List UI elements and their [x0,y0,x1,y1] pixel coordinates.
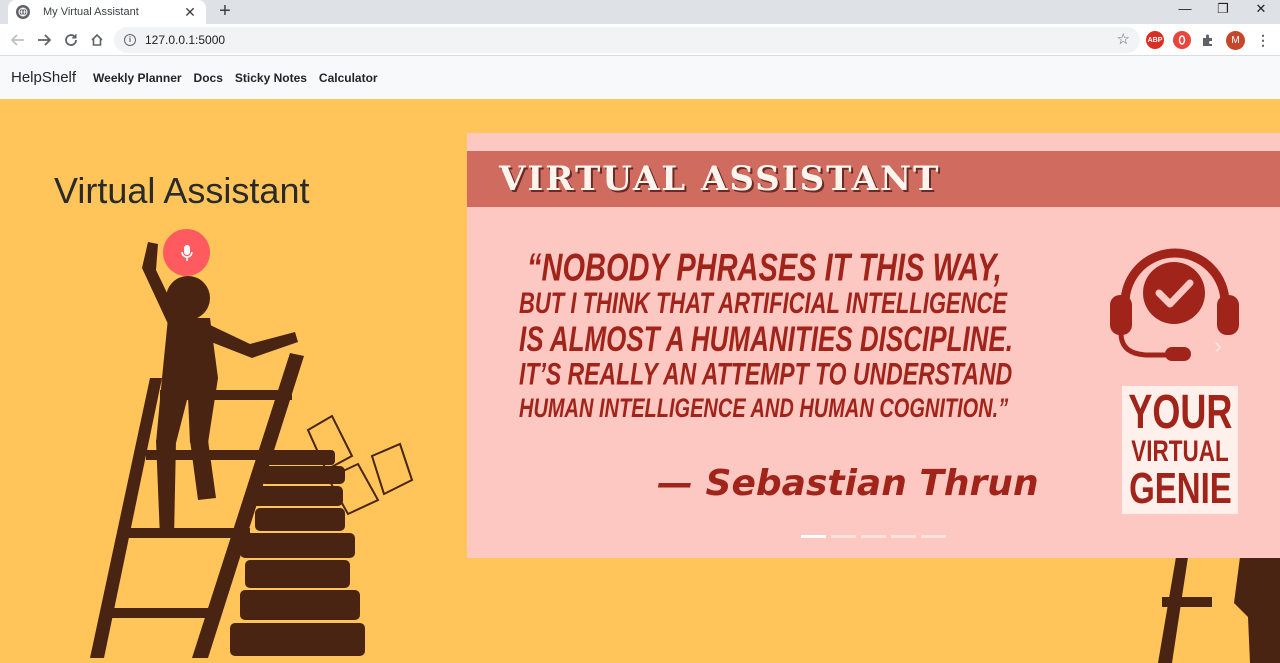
genie-line: VIRTUAL [1131,435,1229,468]
restore-button[interactable]: ❐ [1204,0,1242,20]
quote-line: BUT I THINK THAT ARTIFICIAL INTELLIGENCE [519,286,1008,320]
nav-link-weekly-planner[interactable]: Weekly Planner [93,71,182,85]
globe-icon [16,5,30,19]
forward-icon[interactable] [32,28,56,52]
nav-link-calculator[interactable]: Calculator [319,71,378,85]
carousel-indicator[interactable] [831,535,856,538]
bookmark-star-icon[interactable]: ☆ [1117,30,1130,48]
browser-toolbar: i 127.0.0.1:5000 ☆ ABP M ⋮ [0,24,1280,56]
carousel-indicator[interactable] [861,535,886,538]
microphone-icon [180,244,193,261]
quote-line: IS ALMOST A HUMANITIES DISCIPLINE. [519,318,1014,359]
info-icon[interactable]: i [124,34,136,46]
carousel-banner: VIRTUAL ASSISTANT [467,151,1280,207]
reload-icon[interactable] [59,28,83,52]
carousel-prev-icon[interactable]: ‹ [517,333,537,359]
carousel-next-icon[interactable]: › [1208,333,1228,359]
close-window-button[interactable]: ✕ [1242,0,1280,20]
adblock-icon[interactable]: ABP [1146,31,1164,49]
address-url: 127.0.0.1:5000 [145,33,226,47]
page-title: Virtual Assistant [54,170,310,211]
brand-link[interactable]: HelpShelf [11,69,76,86]
profile-avatar[interactable]: M [1226,31,1245,50]
carousel-indicator[interactable] [891,535,916,538]
microphone-button[interactable] [163,229,210,276]
extensions-puzzle-icon[interactable] [1199,31,1217,49]
browser-menu-icon[interactable]: ⋮ [1254,31,1272,49]
quote-line: “NOBODY PHRASES IT THIS WAY, [527,246,1002,291]
nav-link-sticky-notes[interactable]: Sticky Notes [235,71,307,85]
new-tab-button[interactable]: + [214,1,236,23]
browser-tab-strip: My Virtual Assistant ✕ + — ❐ ✕ [0,0,1280,24]
child-on-ladder-illustration [90,242,414,658]
tab-title: My Virtual Assistant [43,6,139,18]
minimize-button[interactable]: — [1166,0,1204,20]
browser-tab[interactable]: My Virtual Assistant ✕ [8,0,206,24]
app-navbar: HelpShelf Weekly Planner Docs Sticky Not… [0,56,1280,99]
quote-text: “NOBODY PHRASES IT THIS WAY, BUT I THINK… [519,246,1034,427]
address-bar[interactable]: i 127.0.0.1:5000 ☆ [114,27,1140,53]
ladder-silhouette-right [1158,557,1280,663]
banner-title: VIRTUAL ASSISTANT [499,159,941,199]
genie-line: GENIE [1128,464,1232,513]
nav-link-docs[interactable]: Docs [194,71,223,85]
opera-extension-icon[interactable] [1173,31,1191,49]
quote-author: — Sebastian Thrun [657,463,1039,504]
genie-line: YOUR [1127,386,1233,439]
tab-close-icon[interactable]: ✕ [182,4,198,20]
genie-label: YOUR VIRTUAL GENIE [1122,386,1238,514]
home-icon[interactable] [85,28,109,52]
quote-line: IT’S REALLY AN ATTEMPT TO UNDERSTAND [519,356,1013,392]
quote-carousel[interactable]: VIRTUAL ASSISTANT “NOBODY PHRASES IT THI… [467,133,1280,558]
carousel-indicators [801,535,946,538]
carousel-indicator[interactable] [921,535,946,538]
quote-line: HUMAN INTELLIGENCE AND HUMAN COGNITION.” [519,394,1009,424]
back-icon[interactable] [6,28,30,52]
carousel-indicator[interactable] [801,535,826,538]
